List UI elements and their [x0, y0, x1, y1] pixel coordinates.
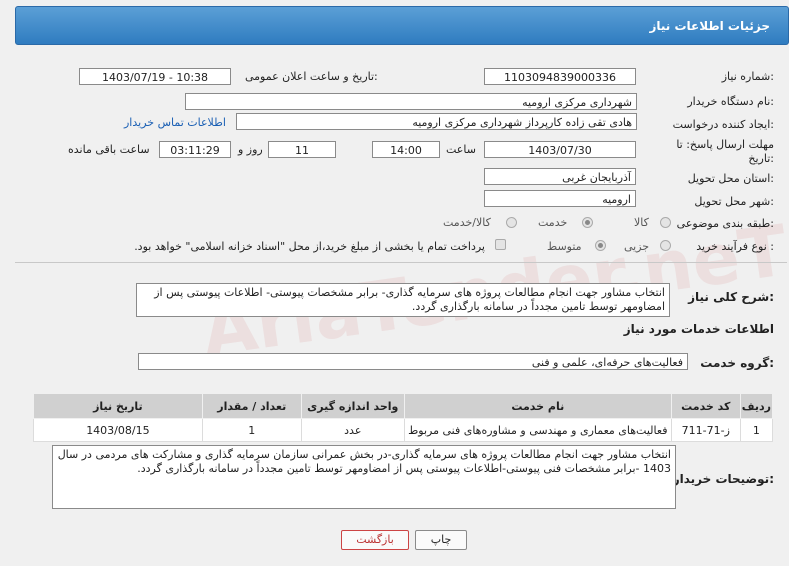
col-name: نام خدمت	[403, 393, 672, 419]
process-option-medium: متوسط	[547, 240, 582, 253]
table-header-row: ردیف کد خدمت نام خدمت واحد اندازه گیری ت…	[33, 393, 774, 419]
category-option-service: خدمت	[538, 216, 568, 229]
services-table: ردیف کد خدمت نام خدمت واحد اندازه گیری ت…	[33, 393, 774, 442]
buyer-notes-box: انتخاب مشاور جهت انجام مطالعات پروژه های…	[52, 445, 676, 509]
cell-unit: عدد	[300, 418, 405, 442]
cell-row: 1	[739, 418, 774, 442]
services-section-title: اطلاعات خدمات مورد نیاز	[623, 322, 774, 336]
page-header: جزئیات اطلاعات نیاز	[15, 6, 789, 45]
col-code: کد خدمت	[670, 393, 741, 419]
page-title: جزئیات اطلاعات نیاز	[649, 19, 770, 33]
announce-field: 1403/07/19 - 10:38	[79, 68, 231, 85]
payment-note: پرداخت تمام یا بخشی از مبلغ خرید،از محل …	[134, 240, 485, 253]
payment-checkbox[interactable]	[495, 239, 506, 250]
print-button[interactable]: چاپ	[415, 530, 467, 550]
announce-label: تاریخ و ساعت اعلان عمومی:	[245, 70, 378, 83]
col-unit: واحد اندازه گیری	[300, 393, 405, 419]
deadline-label: مهلت ارسال پاسخ: تا تاریخ:	[676, 138, 774, 165]
col-date: تاریخ نیاز	[33, 393, 203, 419]
category-label: طبقه بندی موضوعی:	[676, 217, 774, 230]
divider	[15, 262, 787, 263]
buyer-notes-label: توضیحات خریدار:	[672, 472, 774, 486]
process-radio-medium[interactable]	[595, 240, 606, 251]
col-qty: تعداد / مقدار	[201, 393, 302, 419]
remaining-time-field: 03:11:29	[159, 141, 231, 158]
buyer-org-label: نام دستگاه خریدار:	[687, 95, 774, 108]
category-radio-service[interactable]	[582, 217, 593, 228]
province-field: آذربایجان غربی	[484, 168, 636, 185]
col-row: ردیف	[739, 393, 774, 419]
category-radio-goods[interactable]	[660, 217, 671, 228]
cell-date: 1403/08/15	[33, 418, 203, 442]
remaining-time-label: ساعت باقی مانده	[68, 143, 150, 156]
buyer-contact-link[interactable]: اطلاعات تماس خریدار	[124, 116, 226, 129]
cell-name: فعالیت‌های معماری و مهندسی و مشاوره‌های …	[403, 418, 672, 442]
need-number-label: شماره نیاز:	[721, 70, 774, 83]
days-remaining-field: 11	[268, 141, 336, 158]
process-label: نوع فرآیند خرید :	[696, 240, 774, 253]
category-radio-goods-service[interactable]	[506, 217, 517, 228]
category-option-goods: کالا	[634, 216, 649, 229]
buyer-org-field: شهرداری مرکزی ارومیه	[185, 93, 637, 110]
province-label: استان محل تحویل:	[687, 172, 774, 185]
description-box: انتخاب مشاور جهت انجام مطالعات پروژه های…	[136, 283, 670, 317]
category-option-goods-service: کالا/خدمت	[443, 216, 491, 229]
cell-code: ز-71-711	[670, 418, 741, 442]
service-group-label: گروه خدمت:	[700, 356, 774, 370]
days-label: روز و	[238, 143, 263, 156]
description-label: شرح کلی نیاز:	[688, 290, 774, 304]
back-button[interactable]: بازگشت	[341, 530, 409, 550]
process-radio-minor[interactable]	[660, 240, 671, 251]
service-group-field: فعالیت‌های حرفه‌ای، علمی و فنی	[138, 353, 688, 370]
cell-qty: 1	[201, 418, 302, 442]
city-field: ارومیه	[484, 190, 636, 207]
deadline-date-field: 1403/07/30	[484, 141, 636, 158]
table-row: 1 ز-71-711 فعالیت‌های معماری و مهندسی و …	[33, 418, 774, 442]
process-option-minor: جزیی	[624, 240, 650, 253]
creator-field: هادی تقی زاده کارپرداز شهرداری مرکزی ارو…	[236, 113, 637, 130]
need-number-field: 1103094839000336	[484, 68, 636, 85]
creator-label: ایجاد کننده درخواست:	[672, 118, 774, 131]
deadline-hour-label: ساعت	[446, 143, 476, 156]
deadline-time-field: 14:00	[372, 141, 440, 158]
city-label: شهر محل تحویل:	[694, 195, 774, 208]
